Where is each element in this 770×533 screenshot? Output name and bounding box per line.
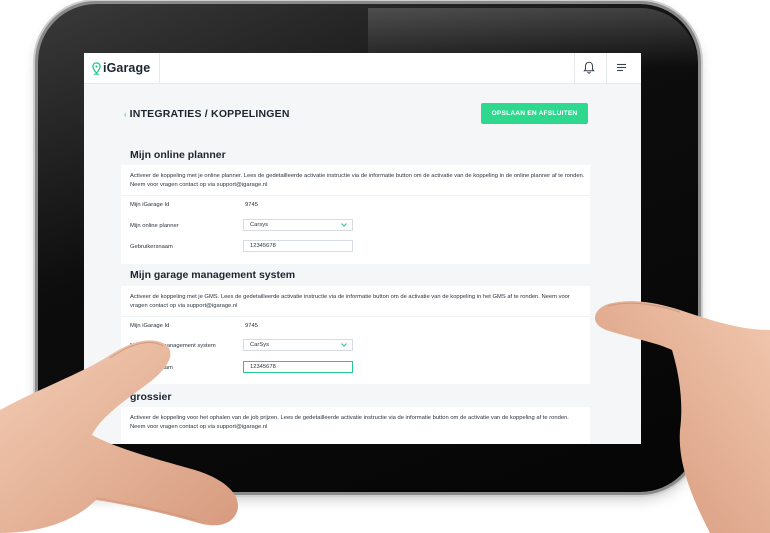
gms-label: Mijn garage management system: [130, 343, 216, 349]
section-title-gms: Mijn garage management system: [130, 269, 296, 281]
header-divider: [606, 53, 607, 83]
header-divider: [574, 53, 575, 83]
row-separator: [121, 195, 590, 196]
save-and-close-button[interactable]: OPSLAAN EN AFSLUITEN: [481, 103, 588, 124]
igarage-id-label: Mijn iGarage Id: [130, 323, 170, 329]
section-title-planner: Mijn online planner: [130, 149, 226, 161]
header-divider: [159, 53, 160, 83]
chevron-down-icon: [341, 343, 347, 347]
planner-description: Activeer de koppeling met je online plan…: [130, 173, 585, 188]
gms-selected: CarSys: [250, 342, 270, 348]
app-header: iGarage: [84, 53, 641, 84]
breadcrumb: ‹ INTEGRATIES / KOPPELINGEN: [124, 106, 290, 122]
online-planner-select[interactable]: Carsys: [243, 219, 353, 231]
section-title-grossier: grossier: [130, 391, 172, 403]
igarage-id-value: 9745: [245, 323, 258, 329]
username-input[interactable]: 12345678: [243, 240, 353, 252]
online-planner-label: Mijn online planner: [130, 223, 179, 229]
igarage-id-label: Mijn iGarage Id: [130, 202, 170, 208]
logo-text: iGarage: [103, 61, 151, 75]
igarage-id-value: 9745: [245, 202, 258, 208]
gms-card: Activeer de koppeling met je GMS. Lees d…: [121, 286, 590, 384]
chevron-down-icon: [341, 223, 347, 227]
row-separator: [121, 316, 590, 317]
grossier-description: Activeer de koppeling voor het ophalen v…: [130, 415, 569, 430]
username-input[interactable]: 12345678: [243, 361, 353, 373]
online-planner-selected: Carsys: [250, 222, 269, 228]
planner-card: Activeer de koppeling met je online plan…: [121, 165, 590, 264]
app-screen: iGarage ‹ INTEGRATIES / KOPPELINGEN OPSL…: [84, 53, 641, 444]
username-value: 12345678: [250, 243, 276, 249]
logo[interactable]: iGarage: [92, 60, 150, 76]
bell-icon[interactable]: [583, 61, 595, 74]
pin-icon: [92, 61, 101, 75]
page-title: INTEGRATIES / KOPPELINGEN: [129, 108, 290, 120]
gms-description: Activeer de koppeling met je GMS. Lees d…: [130, 294, 570, 309]
menu-icon[interactable]: [616, 63, 627, 72]
gms-select[interactable]: CarSys: [243, 339, 353, 351]
username-value: 12345678: [250, 364, 276, 370]
grossier-card: Activeer de koppeling voor het ophalen v…: [121, 407, 590, 444]
username-label: Gebruikersnaam: [130, 365, 173, 371]
username-label: Gebruikersnaam: [130, 244, 173, 250]
back-arrow-icon[interactable]: ‹: [124, 110, 127, 119]
